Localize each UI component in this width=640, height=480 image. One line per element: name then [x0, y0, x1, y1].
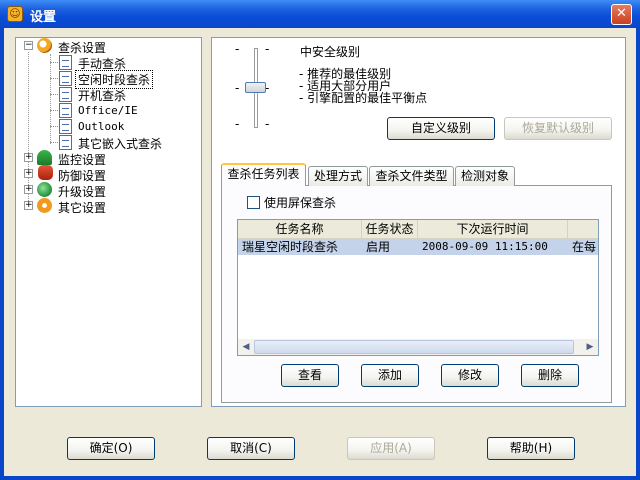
- scroll-left-icon[interactable]: ◀: [238, 339, 254, 355]
- task-list[interactable]: 任务名称 任务状态 下次运行时间 瑞星空闲时段查杀 启用 2008-09-09 …: [237, 219, 599, 356]
- tree-connector: [50, 62, 58, 63]
- column-header-schedule[interactable]: [568, 220, 598, 239]
- expand-icon[interactable]: +: [24, 201, 33, 210]
- defense-hand-icon: [38, 165, 53, 180]
- document-icon: [59, 55, 72, 70]
- view-task-button[interactable]: 查看: [281, 364, 339, 387]
- cell-schedule: 在每: [572, 240, 597, 254]
- scroll-right-icon[interactable]: ▶: [582, 339, 598, 355]
- cell-task-name: 瑞星空闲时段查杀: [242, 240, 339, 254]
- cell-next-run-time: 2008-09-09 11:15:00: [422, 240, 548, 253]
- column-header-next-run[interactable]: 下次运行时间: [418, 220, 568, 239]
- expand-icon[interactable]: +: [24, 185, 33, 194]
- tree-connector: [50, 94, 58, 95]
- tree-label: 查杀设置: [58, 41, 107, 55]
- window-title: 设置: [30, 10, 57, 25]
- help-button[interactable]: 帮助(H): [487, 437, 575, 460]
- ok-button[interactable]: 确定(O): [67, 437, 155, 460]
- scan-icon: [37, 38, 52, 53]
- title-bar[interactable]: ☺ 设置 ✕: [0, 0, 640, 28]
- tree-label: 其它嵌入式查杀: [78, 137, 163, 151]
- tree-connector: [50, 110, 58, 111]
- monitor-umbrella-icon: [37, 150, 52, 165]
- other-settings-gear-icon: [37, 198, 52, 213]
- tree-label: 防御设置: [58, 169, 107, 183]
- tree-label: 其它设置: [58, 201, 107, 215]
- delete-task-button[interactable]: 删除: [521, 364, 579, 387]
- tree-connector: [50, 78, 58, 79]
- cell-task-status: 启用: [366, 240, 391, 254]
- slider-tick-mid: -: [235, 81, 240, 95]
- update-icon: [37, 182, 52, 197]
- tree-label: Outlook: [78, 120, 125, 133]
- security-level-title: 中安全级别: [300, 45, 361, 59]
- tree-connector: [50, 126, 58, 127]
- app-icon: ☺: [7, 6, 23, 22]
- security-level-desc-3: - 引擎配置的最佳平衡点: [299, 91, 428, 105]
- slider-thumb[interactable]: [245, 82, 266, 93]
- document-icon: [59, 87, 72, 102]
- custom-level-button[interactable]: 自定义级别: [387, 117, 495, 140]
- tree-label: Office/IE: [78, 104, 138, 117]
- tree-label: 监控设置: [58, 153, 107, 167]
- document-icon: [59, 119, 72, 134]
- tree-connector: [50, 142, 58, 143]
- tab-handling-method[interactable]: 处理方式: [308, 166, 368, 186]
- tree-label: 升级设置: [58, 185, 107, 199]
- expand-icon[interactable]: +: [24, 169, 33, 178]
- window-frame-right: [636, 28, 640, 480]
- add-task-button[interactable]: 添加: [361, 364, 419, 387]
- document-icon: [59, 103, 72, 118]
- screensaver-scan-checkbox[interactable]: [247, 196, 260, 209]
- slider-tick-high: -: [235, 42, 240, 56]
- window-frame-bottom: [0, 476, 640, 480]
- collapse-icon[interactable]: −: [24, 41, 33, 50]
- slider-tick-low: -: [265, 117, 270, 131]
- column-header-task-name[interactable]: 任务名称: [238, 220, 362, 239]
- slider-tick-high: -: [265, 42, 270, 56]
- horizontal-scrollbar[interactable]: ◀ ▶: [238, 339, 598, 355]
- tree-label: 开机查杀: [78, 89, 127, 103]
- document-icon: [59, 71, 72, 86]
- screensaver-scan-label[interactable]: 使用屏保查杀: [264, 194, 336, 211]
- slider-tick-low: -: [235, 117, 240, 131]
- tab-scan-file-types[interactable]: 查杀文件类型: [369, 166, 454, 186]
- document-icon: [59, 135, 72, 150]
- expand-icon[interactable]: +: [24, 153, 33, 162]
- apply-button[interactable]: 应用(A): [347, 437, 435, 460]
- column-header-task-status[interactable]: 任务状态: [362, 220, 418, 239]
- tab-detection-objects[interactable]: 检测对象: [455, 166, 515, 186]
- restore-default-level-button[interactable]: 恢复默认级别: [504, 117, 612, 140]
- scrollbar-thumb[interactable]: [254, 340, 574, 354]
- tab-scan-task-list[interactable]: 查杀任务列表: [221, 163, 306, 186]
- close-button[interactable]: ✕: [611, 4, 632, 25]
- cancel-button[interactable]: 取消(C): [207, 437, 295, 460]
- edit-task-button[interactable]: 修改: [441, 364, 499, 387]
- tree-connector: [50, 54, 51, 144]
